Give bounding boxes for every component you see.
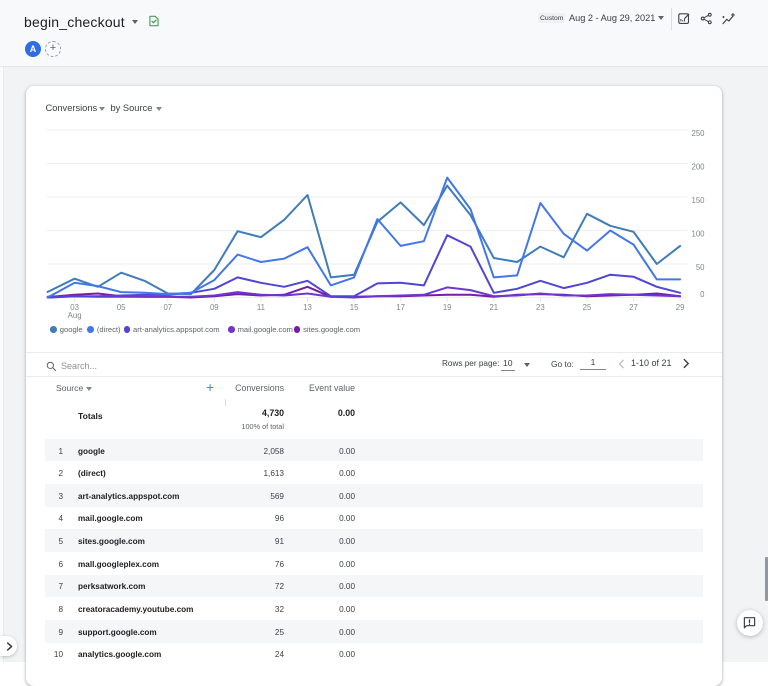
svg-text:Aug: Aug xyxy=(68,311,82,320)
svg-text:50: 50 xyxy=(696,263,705,272)
svg-text:0: 0 xyxy=(700,290,705,299)
svg-text:11: 11 xyxy=(257,303,265,312)
svg-text:27: 27 xyxy=(629,303,638,312)
svg-text:250: 250 xyxy=(691,129,705,138)
svg-text:19: 19 xyxy=(443,303,452,312)
svg-text:09: 09 xyxy=(210,303,219,312)
svg-text:100: 100 xyxy=(691,229,705,238)
svg-text:25: 25 xyxy=(583,303,592,312)
svg-text:200: 200 xyxy=(691,162,705,171)
svg-text:150: 150 xyxy=(691,196,705,205)
svg-text:15: 15 xyxy=(350,303,359,312)
svg-text:17: 17 xyxy=(396,303,405,312)
svg-text:21: 21 xyxy=(489,303,498,312)
svg-text:13: 13 xyxy=(303,303,312,312)
svg-text:05: 05 xyxy=(117,303,126,312)
svg-text:23: 23 xyxy=(536,303,545,312)
svg-text:29: 29 xyxy=(676,303,685,312)
svg-text:07: 07 xyxy=(163,303,172,312)
